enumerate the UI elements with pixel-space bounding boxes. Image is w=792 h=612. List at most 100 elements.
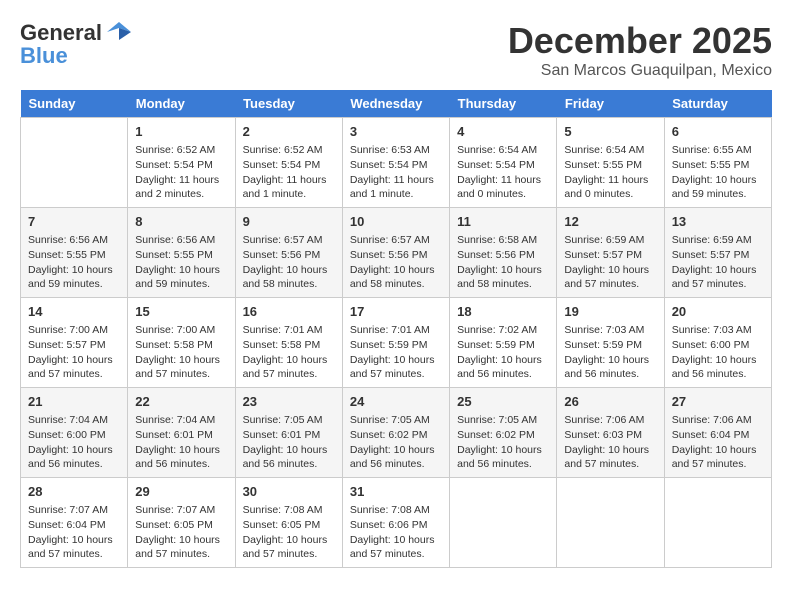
calendar-cell: 31Sunrise: 7:08 AM Sunset: 6:06 PM Dayli…	[342, 478, 449, 568]
day-info: Sunrise: 7:04 AM Sunset: 6:01 PM Dayligh…	[135, 413, 227, 472]
calendar-header-row: Sunday Monday Tuesday Wednesday Thursday…	[21, 90, 772, 118]
page-header: General Blue December 2025 San Marcos Gu…	[20, 20, 772, 80]
day-number: 29	[135, 483, 227, 501]
day-number: 15	[135, 303, 227, 321]
calendar-cell	[557, 478, 664, 568]
day-number: 21	[28, 393, 120, 411]
calendar-cell: 17 Sunrise: 7:01 AM Sunset: 5:59 PM Dayli…	[342, 298, 449, 388]
calendar-cell: 30 Sunrise: 7:08 AM Sunset: 6:05 PM Dayli…	[235, 478, 342, 568]
logo-text-general: General	[20, 20, 102, 45]
calendar-cell: 8 Sunrise: 6:56 AM Sunset: 5:55 PM Daylig…	[128, 208, 235, 298]
week-row-3: 14 Sunrise: 7:00 AM Sunset: 5:57 PM Dayli…	[21, 298, 772, 388]
day-info: Sunrise: 7:06 AM Sunset: 6:03 PM Dayligh…	[564, 413, 656, 472]
calendar-cell: 15 Sunrise: 7:00 AM Sunset: 5:58 PM Dayli…	[128, 298, 235, 388]
calendar-cell: 21Sunrise: 7:04 AM Sunset: 6:00 PM Dayli…	[21, 388, 128, 478]
day-number: 30	[243, 483, 335, 501]
calendar-cell: 23 Sunrise: 7:05 AM Sunset: 6:01 PM Dayli…	[235, 388, 342, 478]
day-info: Sunrise: 6:53 AM Sunset: 5:54 PM Dayligh…	[350, 143, 442, 202]
day-info: Sunrise: 6:56 AM Sunset: 5:55 PM Dayligh…	[28, 233, 120, 292]
calendar-cell	[664, 478, 771, 568]
calendar-cell: 19 Sunrise: 7:03 AM Sunset: 5:59 PM Dayli…	[557, 298, 664, 388]
calendar-cell: 11 Sunrise: 6:58 AM Sunset: 5:56 PM Dayli…	[450, 208, 557, 298]
calendar-cell: 16 Sunrise: 7:01 AM Sunset: 5:58 PM Dayli…	[235, 298, 342, 388]
day-number: 25	[457, 393, 549, 411]
calendar-cell: 5Sunrise: 6:54 AM Sunset: 5:55 PM Daylig…	[557, 118, 664, 208]
day-info: Sunrise: 7:08 AM Sunset: 6:06 PM Dayligh…	[350, 503, 442, 562]
col-sunday: Sunday	[21, 90, 128, 118]
calendar-cell: 26 Sunrise: 7:06 AM Sunset: 6:03 PM Dayli…	[557, 388, 664, 478]
day-info: Sunrise: 7:05 AM Sunset: 6:02 PM Dayligh…	[350, 413, 442, 472]
day-info: Sunrise: 6:57 AM Sunset: 5:56 PM Dayligh…	[350, 233, 442, 292]
day-number: 20	[672, 303, 764, 321]
calendar-cell: 28 Sunrise: 7:07 AM Sunset: 6:04 PM Dayli…	[21, 478, 128, 568]
day-number: 14	[28, 303, 120, 321]
day-number: 17	[350, 303, 442, 321]
day-info: Sunrise: 6:59 AM Sunset: 5:57 PM Dayligh…	[672, 233, 764, 292]
day-number: 23	[243, 393, 335, 411]
calendar-cell: 7Sunrise: 6:56 AM Sunset: 5:55 PM Daylig…	[21, 208, 128, 298]
week-row-2: 7Sunrise: 6:56 AM Sunset: 5:55 PM Daylig…	[21, 208, 772, 298]
calendar-cell: 9Sunrise: 6:57 AM Sunset: 5:56 PM Daylig…	[235, 208, 342, 298]
day-number: 6	[672, 123, 764, 141]
day-number: 11	[457, 213, 549, 231]
calendar-cell: 1Sunrise: 6:52 AM Sunset: 5:54 PM Daylig…	[128, 118, 235, 208]
day-info: Sunrise: 7:07 AM Sunset: 6:04 PM Dayligh…	[28, 503, 120, 562]
day-info: Sunrise: 6:52 AM Sunset: 5:54 PM Dayligh…	[243, 143, 335, 202]
logo-icon	[105, 18, 133, 46]
day-info: Sunrise: 6:58 AM Sunset: 5:56 PM Dayligh…	[457, 233, 549, 292]
calendar-cell: 3Sunrise: 6:53 AM Sunset: 5:54 PM Daylig…	[342, 118, 449, 208]
logo: General Blue	[20, 20, 133, 68]
day-info: Sunrise: 6:55 AM Sunset: 5:55 PM Dayligh…	[672, 143, 764, 202]
day-number: 19	[564, 303, 656, 321]
day-number: 5	[564, 123, 656, 141]
calendar-cell: 13 Sunrise: 6:59 AM Sunset: 5:57 PM Dayli…	[664, 208, 771, 298]
day-number: 22	[135, 393, 227, 411]
logo-text-blue: Blue	[20, 43, 68, 68]
day-info: Sunrise: 7:01 AM Sunset: 5:59 PM Dayligh…	[350, 323, 442, 382]
day-info: Sunrise: 6:59 AM Sunset: 5:57 PM Dayligh…	[564, 233, 656, 292]
day-info: Sunrise: 7:05 AM Sunset: 6:02 PM Dayligh…	[457, 413, 549, 472]
col-friday: Friday	[557, 90, 664, 118]
day-number: 28	[28, 483, 120, 501]
calendar-cell: 29 Sunrise: 7:07 AM Sunset: 6:05 PM Dayli…	[128, 478, 235, 568]
calendar-cell: 4 Sunrise: 6:54 AM Sunset: 5:54 PM Daylig…	[450, 118, 557, 208]
day-number: 24	[350, 393, 442, 411]
day-info: Sunrise: 7:02 AM Sunset: 5:59 PM Dayligh…	[457, 323, 549, 382]
day-info: Sunrise: 7:01 AM Sunset: 5:58 PM Dayligh…	[243, 323, 335, 382]
day-info: Sunrise: 6:56 AM Sunset: 5:55 PM Dayligh…	[135, 233, 227, 292]
col-tuesday: Tuesday	[235, 90, 342, 118]
day-info: Sunrise: 7:03 AM Sunset: 6:00 PM Dayligh…	[672, 323, 764, 382]
title-section: December 2025 San Marcos Guaquilpan, Mex…	[508, 20, 772, 80]
month-title: December 2025	[508, 20, 772, 62]
calendar-cell: 27Sunrise: 7:06 AM Sunset: 6:04 PM Dayli…	[664, 388, 771, 478]
day-info: Sunrise: 7:03 AM Sunset: 5:59 PM Dayligh…	[564, 323, 656, 382]
calendar-cell: 6 Sunrise: 6:55 AM Sunset: 5:55 PM Daylig…	[664, 118, 771, 208]
col-wednesday: Wednesday	[342, 90, 449, 118]
day-info: Sunrise: 7:07 AM Sunset: 6:05 PM Dayligh…	[135, 503, 227, 562]
day-number: 8	[135, 213, 227, 231]
day-number: 16	[243, 303, 335, 321]
calendar-cell: 18 Sunrise: 7:02 AM Sunset: 5:59 PM Dayli…	[450, 298, 557, 388]
day-info: Sunrise: 7:08 AM Sunset: 6:05 PM Dayligh…	[243, 503, 335, 562]
calendar-cell	[21, 118, 128, 208]
calendar-cell: 10 Sunrise: 6:57 AM Sunset: 5:56 PM Dayli…	[342, 208, 449, 298]
day-info: Sunrise: 6:52 AM Sunset: 5:54 PM Dayligh…	[135, 143, 227, 202]
week-row-1: 1Sunrise: 6:52 AM Sunset: 5:54 PM Daylig…	[21, 118, 772, 208]
day-info: Sunrise: 7:06 AM Sunset: 6:04 PM Dayligh…	[672, 413, 764, 472]
calendar-cell: 2Sunrise: 6:52 AM Sunset: 5:54 PM Daylig…	[235, 118, 342, 208]
week-row-5: 28 Sunrise: 7:07 AM Sunset: 6:04 PM Dayli…	[21, 478, 772, 568]
day-number: 4	[457, 123, 549, 141]
day-number: 10	[350, 213, 442, 231]
calendar-cell: 12Sunrise: 6:59 AM Sunset: 5:57 PM Dayli…	[557, 208, 664, 298]
calendar-cell: 24 Sunrise: 7:05 AM Sunset: 6:02 PM Dayli…	[342, 388, 449, 478]
day-info: Sunrise: 7:00 AM Sunset: 5:57 PM Dayligh…	[28, 323, 120, 382]
day-info: Sunrise: 7:00 AM Sunset: 5:58 PM Dayligh…	[135, 323, 227, 382]
col-saturday: Saturday	[664, 90, 771, 118]
day-info: Sunrise: 7:05 AM Sunset: 6:01 PM Dayligh…	[243, 413, 335, 472]
day-number: 9	[243, 213, 335, 231]
day-number: 26	[564, 393, 656, 411]
day-info: Sunrise: 6:54 AM Sunset: 5:54 PM Dayligh…	[457, 143, 549, 202]
day-number: 13	[672, 213, 764, 231]
calendar-cell: 20 Sunrise: 7:03 AM Sunset: 6:00 PM Dayli…	[664, 298, 771, 388]
day-number: 18	[457, 303, 549, 321]
